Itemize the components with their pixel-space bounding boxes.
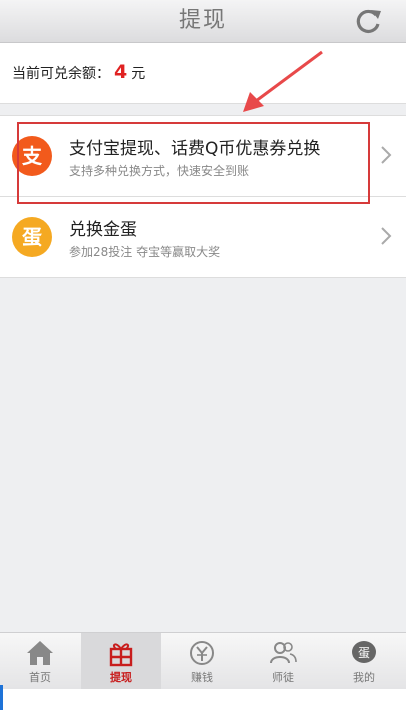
option-alipay-withdraw[interactable]: 支 支付宝提现、话费Q币优惠券兑换 支持多种兑换方式，快速安全到账	[0, 116, 406, 197]
tab-label: 赚钱	[191, 671, 213, 684]
home-icon	[27, 641, 53, 665]
balance-text: 当前可兑余额： 4 元	[12, 61, 145, 83]
tab-earn[interactable]: 赚钱	[162, 633, 242, 689]
balance-amount: 4	[114, 61, 128, 83]
svg-text:蛋: 蛋	[358, 646, 370, 660]
balance-label: 当前可兑余额：	[12, 66, 110, 82]
window-edge	[0, 685, 3, 710]
bottom-strip	[0, 689, 406, 710]
chevron-right-icon	[381, 146, 392, 164]
tab-label: 首页	[29, 671, 51, 684]
gift-icon	[109, 643, 133, 667]
page-title: 提现	[178, 8, 227, 33]
refresh-icon[interactable]	[354, 6, 384, 36]
option-title: 兑换金蛋	[69, 220, 137, 240]
option-subtitle: 参加28投注 夺宝等赢取大奖	[69, 245, 221, 259]
bottom-tab-bar: 首页 提现 赚钱 师徒 蛋 我的	[0, 632, 406, 689]
option-subtitle: 支持多种兑换方式，快速安全到账	[69, 164, 250, 178]
option-title: 支付宝提现、话费Q币优惠券兑换	[69, 139, 321, 159]
tab-home[interactable]: 首页	[0, 633, 80, 689]
top-bar: 提现	[0, 0, 406, 43]
people-icon	[270, 642, 297, 664]
alipay-icon: 支	[12, 136, 52, 176]
tab-withdraw[interactable]: 提现	[81, 633, 161, 689]
balance-unit: 元	[131, 66, 146, 82]
tab-mine[interactable]: 蛋 我的	[324, 633, 404, 689]
tab-mentor[interactable]: 师徒	[243, 633, 323, 689]
egg-icon: 蛋	[12, 217, 52, 257]
balance-panel: 当前可兑余额： 4 元	[0, 43, 406, 104]
tab-label: 提现	[110, 671, 132, 684]
chevron-right-icon	[381, 227, 392, 245]
exchange-list: 支 支付宝提现、话费Q币优惠券兑换 支持多种兑换方式，快速安全到账 蛋 兑换金蛋…	[0, 115, 406, 278]
egg-icon: 蛋	[352, 641, 376, 663]
tab-label: 我的	[353, 671, 375, 684]
option-golden-egg[interactable]: 蛋 兑换金蛋 参加28投注 夺宝等赢取大奖	[0, 197, 406, 278]
tab-label: 师徒	[272, 671, 294, 684]
yen-icon	[190, 641, 214, 665]
